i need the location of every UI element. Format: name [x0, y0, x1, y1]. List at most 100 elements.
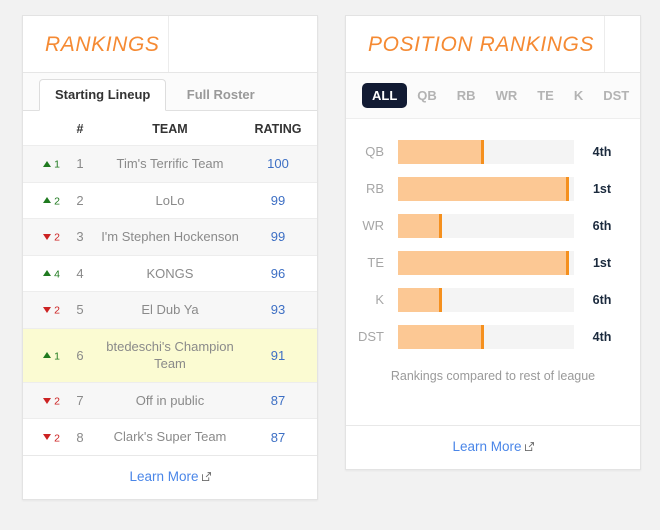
position-filter-rb[interactable]: RB — [447, 83, 486, 108]
rank-position-cell: 4 — [67, 254, 93, 292]
header-divider — [604, 16, 605, 72]
position-filter-te[interactable]: TE — [527, 83, 564, 108]
rankings-panel-header: RANKINGS — [23, 16, 317, 73]
rank-change-value: 1 — [54, 158, 60, 171]
bar-track — [398, 139, 574, 164]
table-row[interactable]: 4 4 KONGS 96 — [23, 254, 317, 292]
table-row[interactable]: 2 8 Clark's Super Team 87 — [23, 418, 317, 455]
rank-change-cell: 4 — [23, 254, 67, 292]
arrow-down-icon — [43, 434, 52, 441]
rank-change-cell: 1 — [23, 327, 67, 383]
team-name-cell[interactable]: El Dub Ya — [93, 291, 247, 329]
arrow-up-icon — [43, 352, 52, 359]
table-row[interactable]: 2 5 El Dub Ya 93 — [23, 291, 317, 329]
chart-caption: Rankings compared to rest of league — [390, 369, 596, 383]
position-learn-more-label: Learn More — [452, 439, 522, 454]
rank-change-cell: 2 — [23, 418, 67, 455]
arrow-up-icon — [43, 197, 52, 204]
table-row[interactable]: 1 1 Tim's Terrific Team 100 — [23, 145, 317, 183]
arrow-up-icon — [43, 160, 52, 167]
bar-track — [398, 176, 574, 201]
rank-change-cell: 1 — [23, 145, 67, 183]
position-filter-dst[interactable]: DST — [593, 83, 639, 108]
rank-change-cell: 2 — [23, 181, 67, 219]
rating-cell: 99 — [247, 181, 317, 219]
bar-row: RB 1st — [346, 170, 640, 207]
position-filter-qb[interactable]: QB — [407, 83, 447, 108]
rankings-table: # TEAM RATING 1 1 Tim's Terrific Team 100 2 2… — [23, 111, 317, 455]
rank-position-cell: 8 — [67, 418, 93, 455]
rating-cell: 96 — [247, 254, 317, 292]
rating-cell: 87 — [247, 418, 317, 455]
bar-rank-label: 6th — [592, 218, 612, 233]
bar-row: TE 1st — [346, 244, 640, 281]
bar-category-label: K — [375, 292, 384, 307]
bar-row: DST 4th — [346, 318, 640, 355]
position-rankings-panel: POSITION RANKINGS ALL QB RB WR TE K DST QB 4th R… — [345, 15, 641, 470]
rating-cell: 91 — [247, 327, 317, 383]
team-name-cell[interactable]: Off in public — [93, 381, 247, 419]
position-filter-all[interactable]: ALL — [362, 83, 408, 108]
rating-cell: 100 — [247, 145, 317, 183]
rankings-tabs: Starting Lineup Full Roster — [23, 73, 317, 111]
rankings-panel: RANKINGS Starting Lineup Full Roster # T… — [22, 15, 318, 500]
rank-position-cell: 6 — [67, 327, 93, 383]
header-divider — [168, 16, 169, 72]
tab-full-roster[interactable]: Full Roster — [171, 79, 271, 111]
table-row[interactable]: 2 3 I'm Stephen Hockenson 99 — [23, 218, 317, 256]
arrow-down-icon — [43, 397, 52, 404]
position-filter-k[interactable]: K — [564, 83, 593, 108]
screen: RANKINGS Starting Lineup Full Roster # T… — [0, 0, 660, 530]
bar-row: K 6th — [346, 281, 640, 318]
position-panel-header: POSITION RANKINGS — [346, 16, 640, 73]
team-name-cell[interactable]: btedeschi's Champion Team — [93, 327, 247, 383]
column-header-team: TEAM — [93, 111, 247, 146]
bar-category-label: TE — [367, 255, 384, 270]
bar-fill — [398, 213, 442, 238]
rating-cell: 99 — [247, 218, 317, 256]
bar-fill — [398, 139, 485, 164]
rank-change-value: 2 — [54, 305, 60, 318]
column-header-rating: RATING — [247, 111, 317, 146]
rank-change-value: 2 — [54, 395, 60, 408]
team-name-cell[interactable]: LoLo — [93, 181, 247, 219]
tab-starting-lineup[interactable]: Starting Lineup — [39, 79, 167, 111]
external-link-icon — [201, 472, 211, 481]
column-header-move — [23, 111, 67, 146]
rank-change-value: 4 — [54, 268, 60, 281]
team-name-cell[interactable]: KONGS — [93, 254, 247, 292]
table-row[interactable]: 2 2 LoLo 99 — [23, 181, 317, 219]
position-panel-title: POSITION RANKINGS — [368, 33, 595, 56]
bar-track — [398, 250, 574, 275]
table-row[interactable]: 1 6 btedeschi's Champion Team 91 — [23, 327, 317, 383]
position-filter-wr[interactable]: WR — [486, 83, 528, 108]
team-name-cell[interactable]: Tim's Terrific Team — [93, 145, 247, 183]
tab-starting-lineup-label: Starting Lineup — [55, 87, 151, 102]
position-learn-more-link[interactable]: Learn More — [452, 439, 534, 454]
rank-change-value: 1 — [54, 350, 60, 363]
rankings-panel-title: RANKINGS — [45, 33, 160, 56]
table-row[interactable]: 2 7 Off in public 87 — [23, 381, 317, 419]
bar-rank-label: 4th — [592, 329, 612, 344]
bar-track — [398, 213, 574, 238]
arrow-down-icon — [43, 307, 52, 314]
external-link-icon — [524, 442, 534, 451]
bar-rank-label: 1st — [592, 255, 612, 270]
rankings-learn-more-label: Learn More — [129, 469, 199, 484]
bar-category-label: QB — [365, 144, 384, 159]
rank-position-cell: 3 — [67, 218, 93, 256]
rank-change-cell: 2 — [23, 291, 67, 329]
team-name-cell[interactable]: I'm Stephen Hockenson — [93, 218, 247, 256]
rankings-learn-more-link[interactable]: Learn More — [129, 469, 211, 484]
rank-change-cell: 2 — [23, 218, 67, 256]
team-name-cell[interactable]: Clark's Super Team — [93, 418, 247, 455]
rank-change-value: 2 — [54, 432, 60, 445]
rank-change-cell: 2 — [23, 381, 67, 419]
rating-cell: 93 — [247, 291, 317, 329]
rank-position-cell: 2 — [67, 181, 93, 219]
rankings-table-body: 1 1 Tim's Terrific Team 100 2 2 LoLo 99 2 3 I'm St… — [23, 145, 317, 455]
bar-track — [398, 287, 574, 312]
arrow-down-icon — [43, 233, 52, 240]
bar-row: WR 6th — [346, 207, 640, 244]
arrow-up-icon — [43, 270, 52, 277]
